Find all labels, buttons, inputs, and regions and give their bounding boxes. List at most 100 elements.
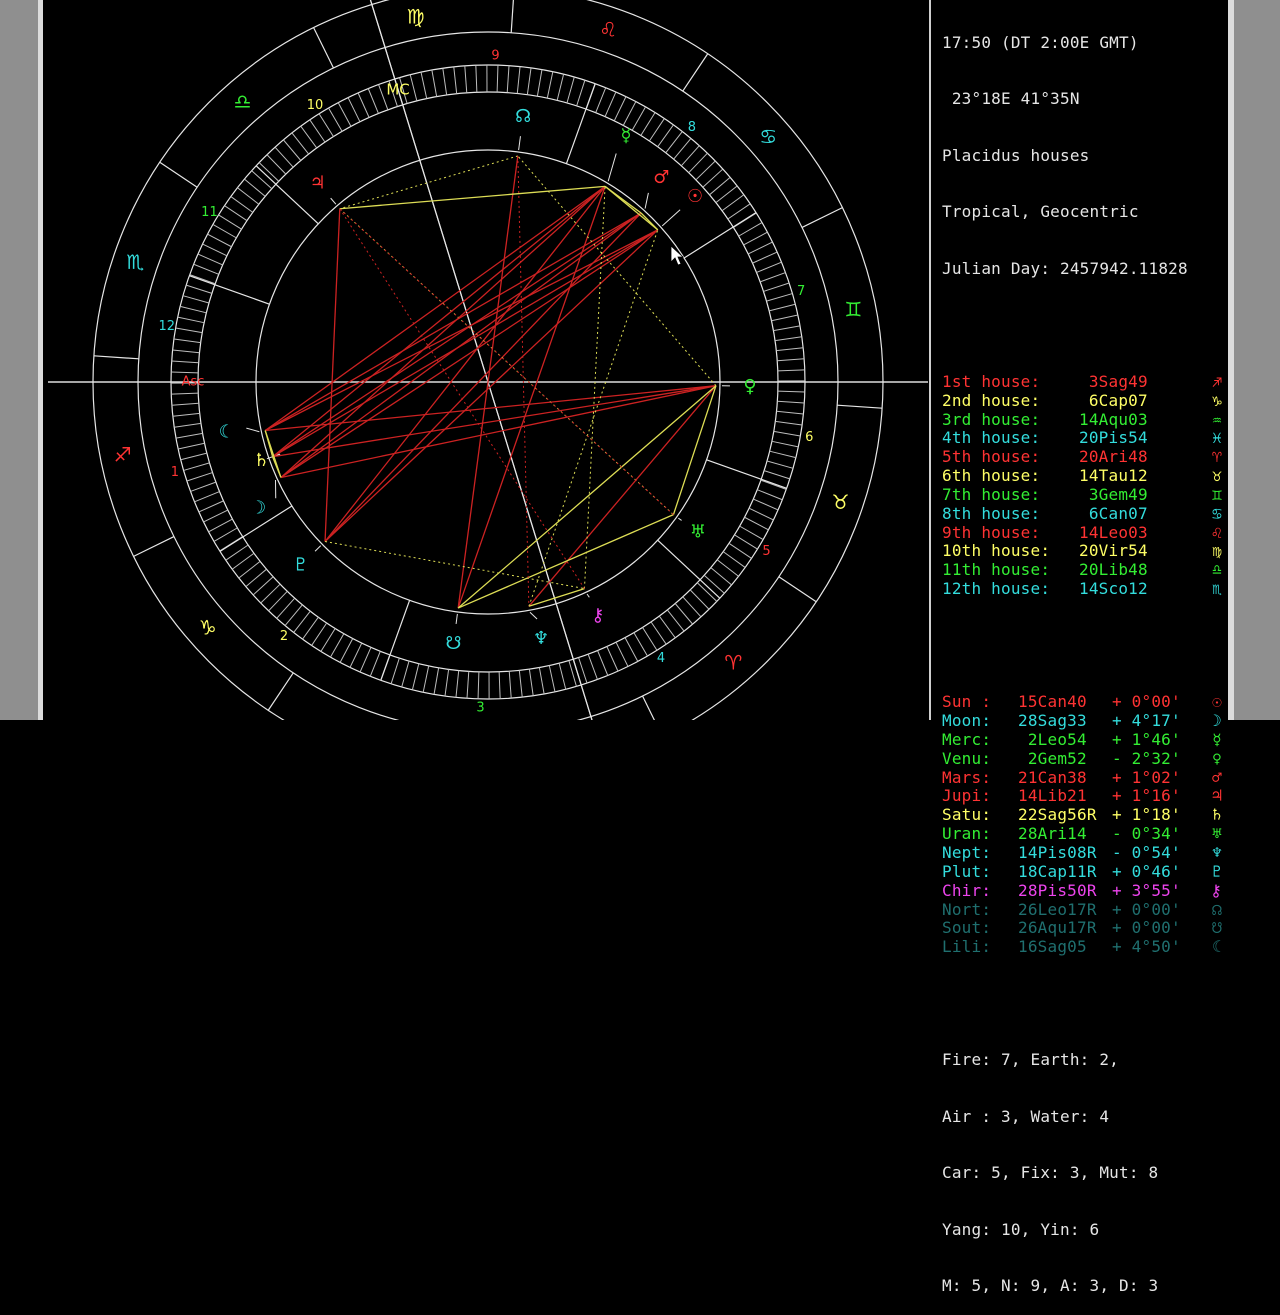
planet-name: Jupi: (942, 787, 1018, 806)
planet-row: Jupi:14Lib21 + 1°16'♃ (942, 787, 1228, 806)
degree-tick (596, 88, 606, 113)
degree-tick (763, 283, 789, 291)
degree-tick (172, 403, 199, 405)
planet-name: Nort: (942, 901, 1018, 920)
planet-row: Uran:28Ari14 - 0°34'♅ (942, 825, 1228, 844)
degree-tick (681, 146, 699, 166)
header-time: 17:50 (DT 2:00E GMT) (942, 34, 1228, 53)
sign-glyph-icon: ♍ (1212, 542, 1222, 561)
degree-tick (467, 671, 469, 698)
degree-tick (761, 480, 786, 489)
house-number: 9 (491, 49, 499, 64)
sign-boundary (94, 356, 139, 359)
planet-position: 28Sag33 (1018, 712, 1112, 731)
planet-latitude: + 4°50' (1112, 937, 1181, 956)
house-position: 20Ari48 (1079, 448, 1148, 467)
degree-tick (213, 224, 236, 237)
planet-glyph-icon: ♂ (653, 167, 669, 188)
degree-tick (190, 482, 215, 491)
planet-pointer (315, 546, 321, 552)
polarity-summary: Yang: 10, Yin: 6 (942, 1221, 1228, 1240)
degree-tick (623, 102, 636, 126)
house-number: 8 (688, 120, 696, 135)
house-label: 10th house: (942, 542, 1079, 561)
degree-tick (423, 666, 429, 692)
degree-tick (261, 584, 280, 603)
degree-tick (239, 561, 260, 578)
planet-glyph-icon: ⚷ (591, 605, 604, 626)
degree-tick (777, 359, 804, 361)
degree-tick (770, 451, 796, 457)
sign-boundary (643, 696, 663, 720)
degree-tick (410, 75, 417, 101)
planet-glyph-icon: ♆ (1212, 844, 1222, 863)
degree-tick (728, 204, 750, 219)
planet-name: Moon: (942, 712, 1018, 731)
planet-glyph-icon: ♇ (1212, 863, 1222, 882)
degree-tick (171, 372, 198, 373)
degree-tick (773, 326, 800, 331)
degree-tick (319, 114, 333, 137)
sign-glyph-icon: ♈ (1212, 448, 1222, 467)
degree-tick (723, 552, 745, 568)
planet-pointer (456, 614, 457, 624)
degree-tick (219, 215, 242, 229)
degree-tick (634, 633, 648, 656)
house-position: 6Can07 (1079, 505, 1148, 524)
planet-glyph-icon: ☽ (1212, 712, 1222, 731)
zodiac-sign-icon: ♉ (832, 490, 850, 514)
degree-tick (434, 668, 439, 695)
degree-tick (292, 133, 309, 154)
planet-latitude: - 0°34' (1112, 824, 1181, 843)
degree-tick (748, 242, 772, 254)
planet-position: 28Ari14 (1018, 825, 1112, 844)
planet-glyph-icon: ♄ (253, 450, 269, 471)
degree-tick (340, 639, 353, 663)
degree-tick (348, 98, 360, 122)
degree-tick (641, 113, 655, 136)
degree-tick (764, 471, 790, 479)
planet-glyph-icon: ☿ (620, 126, 631, 147)
planet-latitude: + 4°17' (1112, 711, 1181, 730)
house-row: 1st house: 3Sag49♐ (942, 373, 1228, 392)
house-position: 14Sco12 (1079, 580, 1148, 599)
window-frame-left (0, 0, 43, 720)
degree-tick (187, 473, 213, 481)
planet-row: Sout:26Aqu17R+ 0°00'☋ (942, 919, 1228, 938)
degree-tick (231, 197, 253, 213)
planet-glyph-icon: ♀ (1212, 750, 1222, 769)
house-row: 8th house: 6Can07♋ (942, 505, 1228, 524)
degree-tick (454, 67, 457, 94)
info-panel: 17:50 (DT 2:00E GMT) 23°18E 41°35N Placi… (942, 0, 1228, 720)
degree-tick (547, 72, 553, 98)
sign-glyph-icon: ♉ (1212, 467, 1222, 486)
aspect-line (273, 186, 605, 456)
planet-latitude: + 0°46' (1112, 862, 1181, 881)
degree-tick (478, 672, 479, 699)
degree-tick (729, 543, 751, 558)
degree-tick (253, 577, 273, 595)
degree-tick (632, 107, 645, 130)
house-number: 10 (307, 98, 324, 113)
planet-latitude: + 1°16' (1112, 786, 1181, 805)
degree-tick (443, 68, 447, 95)
degree-tick (744, 232, 768, 245)
sign-boundary (837, 405, 882, 408)
house-position: 3Gem49 (1079, 486, 1148, 505)
planet-latitude: + 0°00' (1112, 900, 1181, 919)
planet-position: 14Pis08R (1018, 844, 1112, 863)
planet-glyph-icon: ♃ (1212, 787, 1222, 806)
house-cusp (381, 600, 410, 680)
element-summary: Air : 3, Water: 4 (942, 1108, 1228, 1127)
aspect-line (325, 186, 605, 541)
degree-tick (368, 88, 378, 113)
degree-tick (183, 296, 209, 303)
planet-glyph-icon: ♂ (1212, 769, 1222, 788)
planet-pointer (662, 210, 680, 226)
degree-tick (666, 132, 683, 153)
sign-boundary (160, 162, 197, 187)
aspect-line (325, 213, 641, 541)
planet-glyph-icon: ♅ (1212, 825, 1222, 844)
degree-tick (696, 161, 715, 180)
planet-position: 26Leo17R (1018, 901, 1112, 920)
